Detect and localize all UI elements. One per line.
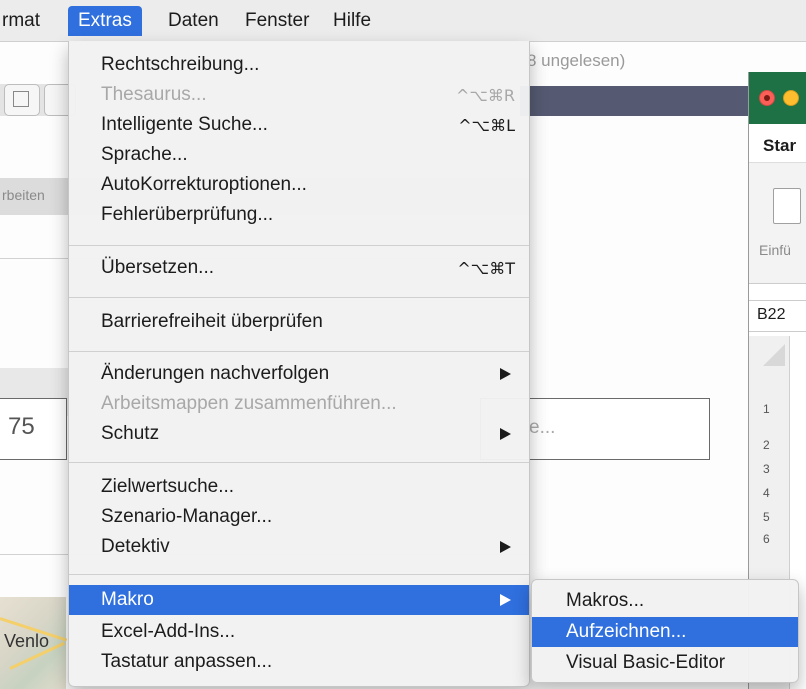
menu-item-uebersetzen[interactable]: Übersetzen... ^⌥⌘T — [69, 253, 529, 283]
menu-item-arbeitsmappen-zusammenfuehren: Arbeitsmappen zusammenführen... — [69, 389, 529, 419]
ribbon-tab-start[interactable]: Star — [763, 136, 796, 156]
value-field-text: 75 — [8, 413, 35, 440]
submenu-arrow-icon — [500, 594, 511, 606]
menu-item-autokorrektur[interactable]: AutoKorrekturoptionen... — [69, 170, 529, 200]
submenu-item-makros[interactable]: Makros... — [532, 586, 798, 616]
menu-format[interactable]: rmat — [0, 6, 50, 36]
background-title-bar — [520, 86, 750, 116]
menu-item-zielwertsuche[interactable]: Zielwertsuche... — [69, 472, 529, 502]
row-number[interactable]: 3 — [763, 462, 770, 476]
menu-extras[interactable]: Extras — [68, 6, 142, 36]
ribbon-insert-label[interactable]: Einfü — [759, 242, 791, 258]
name-box[interactable]: B22 — [749, 300, 806, 332]
map-label: Venlo — [4, 631, 50, 651]
close-window-icon[interactable] — [759, 90, 775, 106]
cell-reference: B22 — [757, 306, 786, 323]
menu-item-label: Thesaurus... — [101, 84, 207, 105]
menu-separator — [69, 574, 529, 575]
value-field[interactable]: 75 — [0, 398, 67, 460]
submenu-item-label: Makros... — [566, 590, 645, 611]
menu-item-label: Intelligente Suche... — [101, 114, 268, 135]
menu-item-label: Zielwertsuche... — [101, 476, 235, 497]
menu-daten[interactable]: Daten — [158, 6, 229, 36]
menu-item-label: Detektiv — [101, 536, 170, 557]
menu-item-label: Excel-Add-Ins... — [101, 621, 236, 642]
menu-item-label: Übersetzen... — [101, 257, 214, 278]
menu-item-label: Schutz — [101, 423, 160, 444]
menu-hilfe[interactable]: Hilfe — [323, 6, 381, 36]
menu-item-schutz[interactable]: Schutz — [69, 419, 529, 449]
menu-item-tastatur-anpassen[interactable]: Tastatur anpassen... — [69, 647, 529, 677]
menu-separator — [69, 351, 529, 352]
menu-item-aenderungen-nachverfolgen[interactable]: Änderungen nachverfolgen — [69, 359, 529, 389]
row-number[interactable]: 5 — [763, 510, 770, 524]
select-all-corner[interactable] — [749, 336, 789, 370]
menu-separator — [69, 297, 529, 298]
text-field-placeholder: e... — [529, 417, 556, 438]
row-number[interactable]: 2 — [763, 438, 770, 452]
background-tab-button[interactable] — [4, 84, 40, 116]
submenu-item-label: Visual Basic-Editor — [566, 652, 726, 673]
menu-item-barrierefreiheit[interactable]: Barrierefreiheit überprüfen — [69, 307, 529, 337]
map-view[interactable]: Venlo — [0, 597, 68, 689]
shortcut-label: ^⌥⌘T — [457, 259, 515, 278]
submenu-item-aufzeichnen[interactable]: Aufzeichnen... — [532, 617, 798, 647]
paste-icon[interactable] — [773, 188, 801, 224]
submenu-arrow-icon — [500, 428, 511, 440]
menu-item-thesaurus: Thesaurus... ^⌥⌘R — [69, 80, 529, 110]
menu-fenster[interactable]: Fenster — [235, 6, 319, 36]
row-number[interactable]: 4 — [763, 486, 770, 500]
menu-item-label: Rechtschreibung... — [101, 54, 260, 75]
shortcut-label: ^⌥⌘L — [458, 116, 515, 135]
menu-item-label: Tastatur anpassen... — [101, 651, 273, 672]
menu-bar: rmat Extras Daten Fenster Hilfe — [0, 0, 806, 42]
unread-count-text: 8 ungelesen) — [527, 51, 626, 70]
menu-separator — [69, 245, 529, 246]
menu-item-label: Szenario-Manager... — [101, 506, 273, 527]
menu-item-label: Arbeitsmappen zusammenführen... — [101, 393, 397, 414]
excel-title-bar — [749, 72, 806, 124]
menu-item-excel-add-ins[interactable]: Excel-Add-Ins... — [69, 617, 529, 647]
menu-item-sprache[interactable]: Sprache... — [69, 140, 529, 170]
menu-item-detektiv[interactable]: Detektiv — [69, 532, 529, 562]
makro-submenu: Makros... Aufzeichnen... Visual Basic-Ed… — [531, 579, 799, 683]
menu-item-label: AutoKorrekturoptionen... — [101, 174, 307, 195]
submenu-arrow-icon — [500, 368, 511, 380]
menu-item-fehlerueberpruefung[interactable]: Fehlerüberprüfung... — [69, 200, 529, 230]
menu-separator — [69, 462, 529, 463]
menu-item-szenario-manager[interactable]: Szenario-Manager... — [69, 502, 529, 532]
menu-item-rechtschreibung[interactable]: Rechtschreibung... — [69, 50, 529, 80]
menu-item-makro[interactable]: Makro — [69, 585, 529, 615]
minimize-window-icon[interactable] — [783, 90, 799, 106]
menu-item-label: Sprache... — [101, 144, 188, 165]
menu-item-label: Barrierefreiheit überprüfen — [101, 311, 323, 332]
row-number[interactable]: 1 — [763, 402, 770, 416]
extras-menu: Rechtschreibung... Thesaurus... ^⌥⌘R Int… — [68, 41, 530, 687]
submenu-item-visual-basic-editor[interactable]: Visual Basic-Editor — [532, 648, 798, 678]
shortcut-label: ^⌥⌘R — [456, 86, 515, 105]
menu-item-label: Makro — [101, 589, 154, 610]
toolbar-label: rbeiten — [2, 187, 45, 203]
menu-item-label: Änderungen nachverfolgen — [101, 363, 330, 384]
menu-item-label: Fehlerüberprüfung... — [101, 204, 274, 225]
document-icon — [13, 91, 29, 107]
row-number[interactable]: 6 — [763, 532, 770, 546]
submenu-arrow-icon — [500, 541, 511, 553]
menu-item-intelligente-suche[interactable]: Intelligente Suche... ^⌥⌘L — [69, 110, 529, 140]
submenu-item-label: Aufzeichnen... — [566, 621, 687, 642]
